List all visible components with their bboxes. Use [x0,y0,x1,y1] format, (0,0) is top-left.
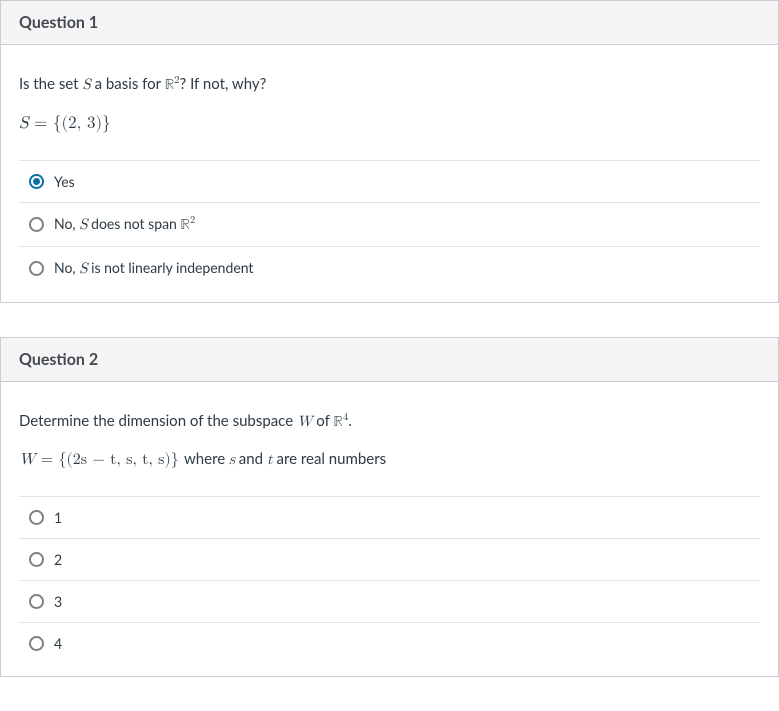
q1-prompt-pre: Is the set [19,75,82,93]
q1-setdef-eq: = [28,115,53,132]
question-1-header: Question 1 [1,1,778,45]
radio-icon [29,552,44,567]
question-2-header: Question 2 [1,338,778,382]
text: No, [54,259,79,276]
q1-option-yes[interactable]: Yes [19,161,760,203]
radio-icon [29,174,44,189]
q2-tail-post: are real numbers [273,450,386,468]
q2-prompt-post: . [348,412,352,430]
q2-option-2[interactable]: 2 [19,539,760,581]
q2-option-4[interactable]: 4 [19,623,760,664]
q1-option-no-span-label: No, S does not span ℝ2 [54,215,195,234]
text: is not linearly independent [88,259,254,276]
q1-option-yes-label: Yes [54,173,75,190]
q1-space-R2: ℝ2 [165,77,180,92]
radio-icon [29,217,44,232]
q2-option-2-label: 2 [54,551,62,568]
q1-option-no-span[interactable]: No, S does not span ℝ2 [19,203,760,247]
q2-space-R4: ℝ4 [333,414,348,429]
q2-tail-pre: where [184,450,229,468]
q1-set-symbol: S [82,77,90,92]
radio-icon [29,261,44,276]
q2-W-symbol: W [297,414,312,429]
radio-icon [29,510,44,525]
q2-w-set: {(2s − t, s, t, s)} [59,452,179,468]
q2-tail-mid: and [235,450,267,468]
space-R2: ℝ2 [180,217,195,232]
q1-prompt-mid: a basis for [91,75,165,93]
q1-setdef-rhs: {(2, 3)} [53,115,111,132]
question-2-prompt: Determine the dimension of the subspace … [19,410,760,472]
radio-icon [29,636,44,651]
question-2: Question 2 Determine the dimension of th… [0,337,779,677]
q2-w-eq: = [35,452,58,468]
var-S: S [79,261,87,276]
q2-option-1[interactable]: 1 [19,497,760,539]
q1-option-no-independent-label: No, S is not linearly independent [54,259,253,278]
text: does not span [88,215,181,232]
text: No, [54,215,79,232]
q2-w-lhs: W [19,452,35,468]
question-1-prompt: Is the set S a basis for ℝ2? If not, why… [19,73,760,136]
q2-option-4-label: 4 [54,635,62,652]
q2-option-3-label: 3 [54,593,62,610]
q1-option-no-independent[interactable]: No, S is not linearly independent [19,247,760,290]
radio-icon [29,594,44,609]
question-1: Question 1 Is the set S a basis for ℝ2? … [0,0,779,303]
question-1-body: Is the set S a basis for ℝ2? If not, why… [1,45,778,302]
question-2-body: Determine the dimension of the subspace … [1,382,778,676]
question-1-answers: Yes No, S does not span ℝ2 No, S is not … [19,160,760,290]
q1-prompt-post: ? If not, why? [180,75,267,93]
question-2-answers: 1 2 3 4 [19,496,760,664]
q2-prompt-mid: of [312,412,333,430]
q2-option-3[interactable]: 3 [19,581,760,623]
q2-prompt-pre: Determine the dimension of the subspace [19,412,297,430]
q2-option-1-label: 1 [54,509,62,526]
var-S: S [79,217,87,232]
